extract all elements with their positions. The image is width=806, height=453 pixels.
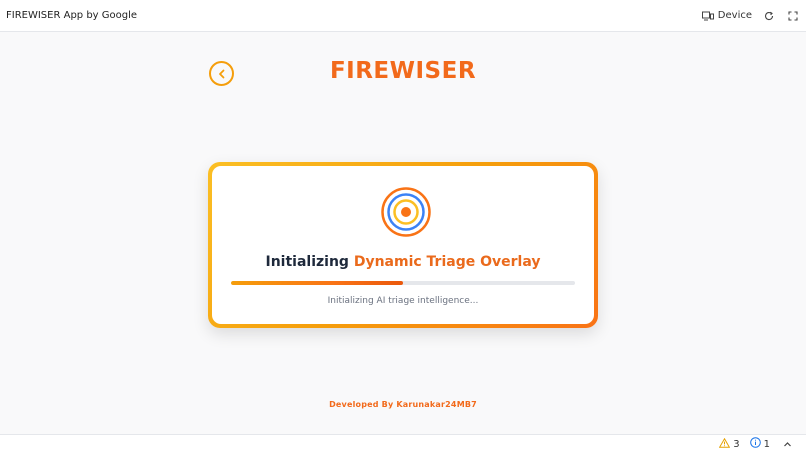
fullscreen-button[interactable] <box>786 9 800 23</box>
info-icon <box>749 437 761 451</box>
expand-console-button[interactable] <box>780 437 794 451</box>
warning-count: 3 <box>733 438 740 450</box>
top-bar: FIREWISER App by Google Device <box>0 0 806 32</box>
info-count: 1 <box>763 438 770 450</box>
device-button[interactable]: Device <box>701 10 752 21</box>
status-subtitle: Initializing AI triage intelligence... <box>327 296 479 306</box>
top-actions: Device <box>701 9 800 23</box>
app-title: FIREWISER App by Google <box>6 10 138 21</box>
progress-bar <box>231 281 575 285</box>
chevron-up-icon <box>783 440 792 449</box>
warnings-badge[interactable]: 3 <box>718 437 740 451</box>
status-title-accent: Dynamic Triage Overlay <box>353 254 541 270</box>
loading-card-body: Initializing Dynamic Triage Overlay Init… <box>212 166 594 324</box>
status-title: Initializing Dynamic Triage Overlay <box>212 254 594 270</box>
refresh-button[interactable] <box>762 9 776 23</box>
progress-fill <box>231 281 403 285</box>
fullscreen-icon <box>788 10 798 21</box>
radar-icon <box>380 186 432 238</box>
device-label: Device <box>717 10 752 21</box>
brand-title: FIREWISER <box>329 58 477 84</box>
warning-icon <box>718 437 731 451</box>
info-badge[interactable]: 1 <box>749 437 770 451</box>
refresh-icon <box>764 11 774 21</box>
loading-card: Initializing Dynamic Triage Overlay Init… <box>208 162 598 328</box>
device-icon <box>701 11 714 21</box>
bottom-bar: 3 1 <box>0 434 806 453</box>
status-title-prefix: Initializing <box>265 254 349 270</box>
developer-credit: Developed By Karunakar24MB7 <box>329 400 477 409</box>
